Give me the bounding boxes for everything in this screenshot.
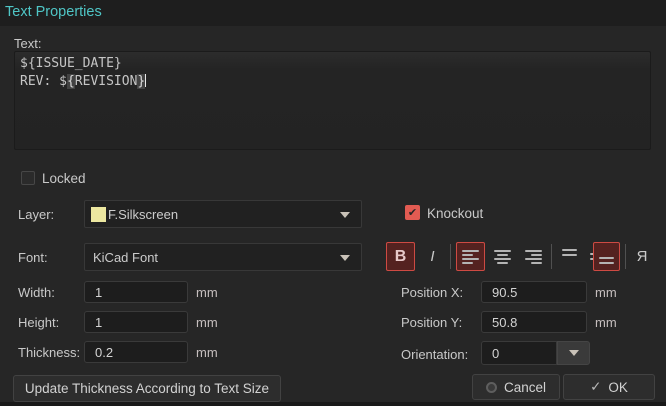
- layer-dropdown-value: F.Silkscreen: [108, 207, 178, 222]
- orientation-label: Orientation:: [401, 347, 468, 362]
- width-unit: mm: [196, 285, 218, 300]
- toolbar-separator: [450, 244, 451, 269]
- chevron-down-icon: [340, 255, 350, 261]
- height-unit: mm: [196, 315, 218, 330]
- layer-color-swatch: [91, 207, 106, 222]
- mirror-icon: Я: [637, 248, 648, 265]
- dialog-titlebar: Text Properties: [0, 0, 666, 26]
- toolbar-separator: [551, 244, 552, 269]
- position-y-label: Position Y:: [401, 315, 462, 330]
- position-y-unit: mm: [595, 315, 617, 330]
- valign-bottom-icon: [599, 249, 614, 264]
- cancel-circle-icon: [486, 382, 497, 393]
- valign-top-button[interactable]: [556, 242, 583, 271]
- text-properties-dialog: Text Properties Text: ${ISSUE_DATE} REV:…: [0, 0, 666, 406]
- layer-label: Layer:: [18, 207, 54, 222]
- chevron-down-icon: [340, 212, 350, 218]
- layer-dropdown[interactable]: F.Silkscreen: [84, 200, 362, 228]
- page-title: Text Properties: [5, 4, 102, 20]
- knockout-checkbox[interactable]: ✔: [405, 205, 420, 220]
- font-label: Font:: [18, 250, 48, 265]
- ok-check-icon: ✓: [590, 379, 601, 395]
- align-center-icon: [494, 250, 511, 264]
- align-center-button[interactable]: [488, 242, 517, 271]
- thickness-unit: mm: [196, 345, 218, 360]
- cancel-button[interactable]: Cancel: [472, 374, 560, 400]
- thickness-input[interactable]: [84, 341, 188, 363]
- position-y-input[interactable]: [481, 311, 587, 333]
- bracket-open-highlight: {: [67, 74, 75, 89]
- valign-top-icon: [562, 249, 577, 264]
- italic-button[interactable]: I: [420, 242, 445, 271]
- position-x-label: Position X:: [401, 285, 463, 300]
- height-input[interactable]: [84, 311, 188, 333]
- font-dropdown-value: KiCad Font: [93, 250, 158, 265]
- ok-button[interactable]: ✓ OK: [563, 374, 655, 400]
- width-label: Width:: [18, 285, 55, 300]
- bold-button[interactable]: B: [386, 242, 415, 271]
- text-label: Text:: [14, 36, 41, 51]
- mirror-text-button[interactable]: Я: [629, 242, 655, 271]
- align-right-button[interactable]: [519, 242, 548, 271]
- locked-label: Locked: [42, 171, 86, 186]
- text-line-2: REV: ${REVISION}: [20, 73, 645, 91]
- width-input[interactable]: [84, 281, 188, 303]
- align-left-icon: [462, 250, 479, 264]
- position-x-input[interactable]: [481, 281, 587, 303]
- knockout-label: Knockout: [427, 206, 483, 221]
- toolbar-separator: [625, 244, 626, 269]
- update-thickness-button[interactable]: Update Thickness According to Text Size: [13, 375, 281, 402]
- font-dropdown[interactable]: KiCad Font: [84, 243, 362, 271]
- align-left-button[interactable]: [456, 242, 485, 271]
- height-label: Height:: [18, 315, 59, 330]
- valign-bottom-button[interactable]: [593, 242, 620, 271]
- orientation-combo-input[interactable]: 0: [481, 341, 557, 365]
- thickness-label: Thickness:: [18, 345, 80, 360]
- position-x-unit: mm: [595, 285, 617, 300]
- text-line-1: ${ISSUE_DATE}: [20, 55, 645, 73]
- text-content-input[interactable]: ${ISSUE_DATE} REV: ${REVISION}: [14, 51, 651, 150]
- align-right-icon: [525, 250, 542, 264]
- locked-checkbox[interactable]: [21, 171, 35, 185]
- bracket-close-highlight: }: [137, 74, 145, 89]
- check-icon: ✔: [408, 206, 417, 219]
- text-cursor: [145, 74, 146, 87]
- orientation-dropdown-button[interactable]: [557, 341, 590, 365]
- dialog-bottom-edge: [0, 402, 666, 406]
- chevron-down-icon: [569, 350, 579, 356]
